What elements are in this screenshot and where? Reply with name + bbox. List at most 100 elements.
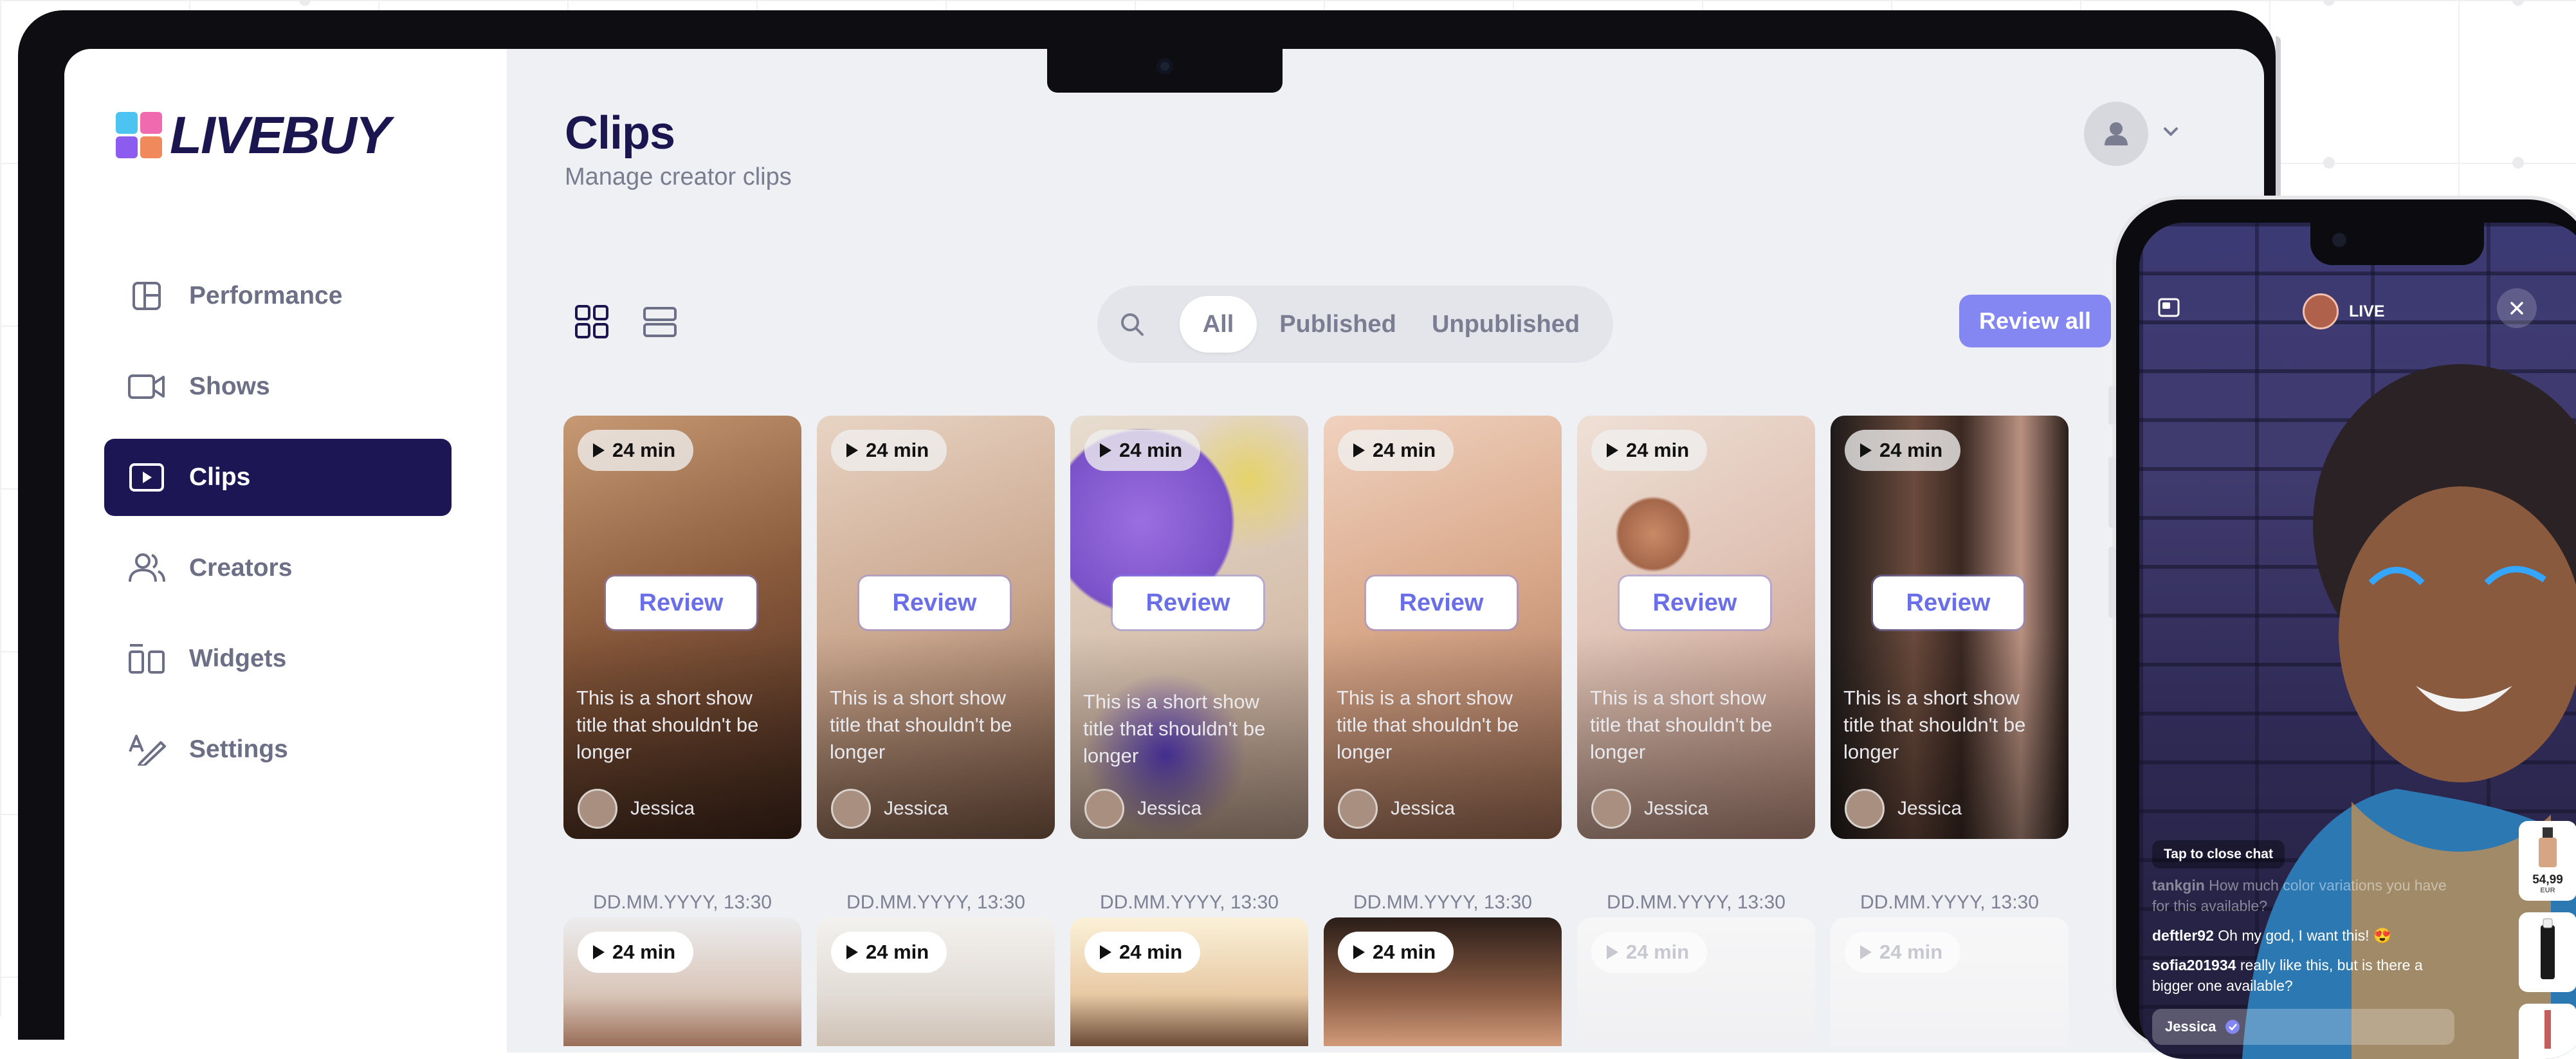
author-name: Jessica — [1391, 798, 1456, 819]
price-value: 54,99 — [2532, 873, 2563, 887]
list-view-icon[interactable] — [642, 304, 678, 340]
layout-icon — [127, 277, 166, 315]
duration-text: 24 min — [1119, 941, 1183, 963]
clip-card[interactable]: 24 min — [563, 917, 801, 1046]
tap-to-close-chat[interactable]: Tap to close chat — [2152, 840, 2285, 869]
chevron-down-icon[interactable] — [2160, 121, 2182, 146]
logo-mark-icon — [116, 112, 163, 160]
sidebar-item-settings[interactable]: Settings — [104, 711, 452, 788]
settings-pen-icon — [127, 730, 166, 769]
product-card[interactable]: 54,99 EUR — [2519, 821, 2576, 901]
clip-card[interactable]: 24 min — [1577, 917, 1815, 1046]
clip-card[interactable]: 24 min Review This is a short show title… — [1070, 416, 1308, 839]
phone-side-button — [2108, 547, 2116, 618]
review-button[interactable]: Review — [859, 576, 1010, 629]
clip-card[interactable]: 24 min Review This is a short show title… — [817, 416, 1055, 839]
clip-card[interactable]: 24 min — [1324, 917, 1562, 1046]
sidebar-item-performance[interactable]: Performance — [104, 257, 452, 335]
clip-card[interactable]: 24 min Review This is a short show title… — [1831, 416, 2069, 839]
close-icon[interactable] — [2497, 288, 2537, 328]
play-icon — [593, 443, 605, 457]
verified-icon — [2225, 1020, 2240, 1034]
sidebar-item-label: Settings — [189, 735, 288, 763]
clip-title: This is a short show title that shouldn'… — [1083, 690, 1266, 767]
price-currency: EUR — [2540, 887, 2555, 894]
clip-author: Jessica — [578, 789, 695, 829]
clip-author: Jessica — [1845, 789, 1962, 829]
chat-user: sofia201934 — [2152, 957, 2236, 973]
play-icon — [1353, 945, 1365, 959]
live-chat: Tap to close chat tankgin How much color… — [2152, 840, 2461, 1005]
review-button[interactable]: Review — [1873, 576, 2023, 629]
review-button[interactable]: Review — [606, 576, 756, 629]
clip-card[interactable]: 24 min — [1831, 917, 2069, 1046]
host-name-pill[interactable]: Jessica — [2152, 1009, 2454, 1045]
sidebar-item-label: Performance — [189, 282, 343, 309]
play-icon — [1607, 443, 1618, 457]
duration-badge: 24 min — [831, 430, 947, 471]
sidebar-item-creators[interactable]: Creators — [104, 530, 452, 607]
filter-tab-all[interactable]: All — [1180, 296, 1257, 353]
filter-bar: All Published Unpublished — [1097, 286, 1613, 363]
duration-badge: 24 min — [1084, 932, 1201, 973]
duration-badge: 24 min — [1845, 430, 1961, 471]
picture-in-picture-icon[interactable] — [2157, 296, 2180, 322]
sidebar: LIVEBUY Performance Shows Clips Creators… — [64, 49, 507, 1053]
clip-author: Jessica — [1084, 789, 1201, 829]
review-button[interactable]: Review — [1113, 576, 1263, 629]
review-all-button[interactable]: Review all — [1959, 295, 2111, 347]
play-icon — [1100, 443, 1111, 457]
clip-title: This is a short show title that shouldn'… — [830, 686, 1012, 763]
clip-card[interactable]: 24 min — [817, 917, 1055, 1046]
clip-date: DD.MM.YYYY, 13:30 — [1860, 892, 2039, 913]
chat-user: deftler92 — [2152, 927, 2214, 944]
author-name: Jessica — [630, 798, 695, 819]
camera-icon — [2332, 233, 2346, 247]
clip-author: Jessica — [1591, 789, 1708, 829]
clip-date: DD.MM.YYYY, 13:30 — [593, 892, 772, 913]
clip-card[interactable]: 24 min Review This is a short show title… — [1324, 416, 1562, 839]
avatar — [831, 789, 871, 829]
avatar — [578, 789, 617, 829]
clip-card[interactable]: 24 min — [1070, 917, 1308, 1046]
duration-badge: 24 min — [1338, 932, 1454, 973]
clip-card[interactable]: 24 min Review This is a short show title… — [1577, 416, 1815, 839]
duration-text: 24 min — [1119, 439, 1183, 461]
sidebar-item-shows[interactable]: Shows — [104, 348, 452, 425]
review-button[interactable]: Review — [1620, 576, 1770, 629]
page-title: Clips — [565, 107, 675, 159]
grid-view-icon[interactable] — [574, 304, 610, 340]
filter-tab-unpublished[interactable]: Unpublished — [1419, 296, 1593, 353]
search-icon[interactable] — [1113, 305, 1151, 344]
camera-icon — [1156, 58, 1173, 75]
clip-date: DD.MM.YYYY, 13:30 — [1607, 892, 1786, 913]
avatar — [1338, 789, 1378, 829]
duration-text: 24 min — [1879, 439, 1943, 461]
laptop-notch — [1047, 49, 1283, 93]
product-card[interactable] — [2519, 1004, 2576, 1059]
duration-text: 24 min — [1879, 941, 1943, 963]
sidebar-item-clips[interactable]: Clips — [104, 439, 452, 516]
product-card[interactable] — [2519, 912, 2576, 992]
logo[interactable]: LIVEBUY — [116, 106, 390, 166]
clip-card[interactable]: 24 min Review This is a short show title… — [563, 416, 801, 839]
sidebar-item-widgets[interactable]: Widgets — [104, 620, 452, 697]
play-icon — [1353, 443, 1365, 457]
video-camera-icon — [127, 367, 166, 406]
author-name: Jessica — [1137, 798, 1202, 819]
product-price: 54,99 EUR — [2519, 873, 2576, 896]
brand-name: LIVEBUY — [170, 106, 390, 165]
duration-badge: 24 min — [578, 932, 694, 973]
play-icon — [1860, 945, 1872, 959]
clip-author: Jessica — [831, 789, 948, 829]
lipstick-icon — [2541, 918, 2555, 979]
clip-date: DD.MM.YYYY, 13:30 — [1100, 892, 1279, 913]
user-avatar[interactable] — [2084, 102, 2148, 166]
filter-tab-published[interactable]: Published — [1267, 296, 1409, 353]
foundation-bottle-icon — [2539, 827, 2557, 867]
duration-badge: 24 min — [1845, 932, 1961, 973]
main-content: Clips Manage creator clips All Published… — [507, 49, 2264, 1053]
product-list: 54,99 EUR — [2519, 821, 2576, 1059]
review-button[interactable]: Review — [1366, 576, 1517, 629]
phone-notch — [2310, 223, 2484, 265]
